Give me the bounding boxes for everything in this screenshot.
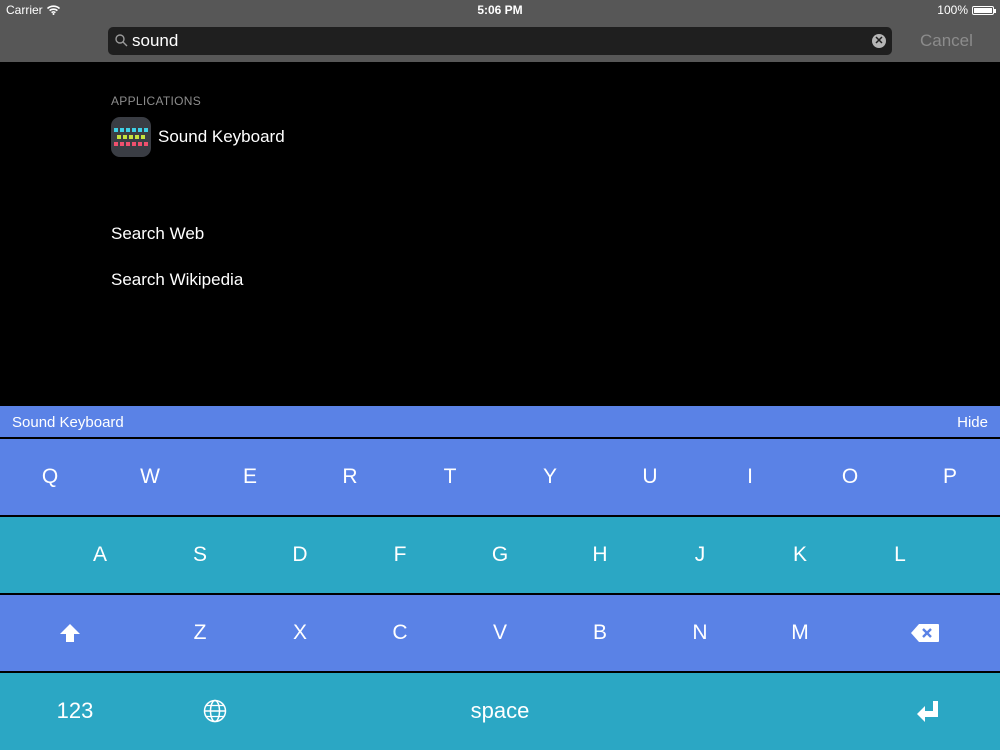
key-l[interactable]: L xyxy=(850,517,950,593)
search-results: APPLICATIONS Sound Keyboard Search Web S… xyxy=(0,62,1000,406)
search-bar: ✕ Cancel xyxy=(0,20,1000,62)
keyboard-row-2: A S D F G H J K L xyxy=(0,517,1000,593)
key-r[interactable]: R xyxy=(300,439,400,515)
cancel-button[interactable]: Cancel xyxy=(920,31,973,51)
battery-group: 100% xyxy=(937,3,996,17)
key-u[interactable]: U xyxy=(600,439,700,515)
key-c[interactable]: C xyxy=(350,595,450,671)
key-d[interactable]: D xyxy=(250,517,350,593)
keyboard-title: Sound Keyboard xyxy=(12,414,124,431)
key-a[interactable]: A xyxy=(50,517,150,593)
backspace-key[interactable] xyxy=(875,595,975,671)
backspace-icon xyxy=(911,624,939,642)
key-q[interactable]: Q xyxy=(0,439,100,515)
key-b[interactable]: B xyxy=(550,595,650,671)
keyboard-toolbar: Sound Keyboard Hide xyxy=(0,406,1000,437)
globe-icon xyxy=(203,699,227,723)
numbers-key[interactable]: 123 xyxy=(25,673,125,749)
key-m[interactable]: M xyxy=(750,595,850,671)
key-k[interactable]: K xyxy=(750,517,850,593)
key-j[interactable]: J xyxy=(650,517,750,593)
search-field[interactable]: ✕ xyxy=(108,27,892,55)
keyboard-app-icon xyxy=(111,117,151,157)
key-x[interactable]: X xyxy=(250,595,350,671)
clear-search-icon[interactable]: ✕ xyxy=(872,34,886,48)
key-t[interactable]: T xyxy=(400,439,500,515)
key-y[interactable]: Y xyxy=(500,439,600,515)
status-time: 5:06 PM xyxy=(477,3,523,17)
search-input[interactable] xyxy=(132,30,852,52)
keyboard-row-4: 123 space xyxy=(0,673,1000,750)
section-header-applications: APPLICATIONS xyxy=(111,94,202,108)
search-web-item[interactable]: Search Web xyxy=(111,224,204,244)
app-name: Sound Keyboard xyxy=(158,127,285,146)
key-n[interactable]: N xyxy=(650,595,750,671)
return-key[interactable] xyxy=(878,673,978,749)
key-z[interactable]: Z xyxy=(150,595,250,671)
globe-key[interactable] xyxy=(165,673,265,749)
key-w[interactable]: W xyxy=(100,439,200,515)
space-key[interactable]: space xyxy=(300,673,700,749)
hide-keyboard-button[interactable]: Hide xyxy=(957,414,988,431)
shift-key[interactable] xyxy=(20,595,120,671)
key-p[interactable]: P xyxy=(900,439,1000,515)
key-v[interactable]: V xyxy=(450,595,550,671)
keyboard-row-3: Z X C V B N M xyxy=(0,595,1000,671)
result-app-sound-keyboard[interactable]: Sound Keyboard xyxy=(111,117,285,157)
battery-percent: 100% xyxy=(937,3,968,17)
key-h[interactable]: H xyxy=(550,517,650,593)
key-s[interactable]: S xyxy=(150,517,250,593)
search-wikipedia-item[interactable]: Search Wikipedia xyxy=(111,270,243,290)
keyboard-row-1: Q W E R T Y U I O P xyxy=(0,439,1000,515)
key-f[interactable]: F xyxy=(350,517,450,593)
shift-icon xyxy=(60,624,80,642)
key-e[interactable]: E xyxy=(200,439,300,515)
battery-icon xyxy=(972,5,996,15)
return-icon xyxy=(917,701,938,722)
key-g[interactable]: G xyxy=(450,517,550,593)
key-i[interactable]: I xyxy=(700,439,800,515)
status-bar: Carrier 5:06 PM 100% xyxy=(0,0,1000,20)
key-o[interactable]: O xyxy=(800,439,900,515)
search-icon xyxy=(115,34,128,47)
